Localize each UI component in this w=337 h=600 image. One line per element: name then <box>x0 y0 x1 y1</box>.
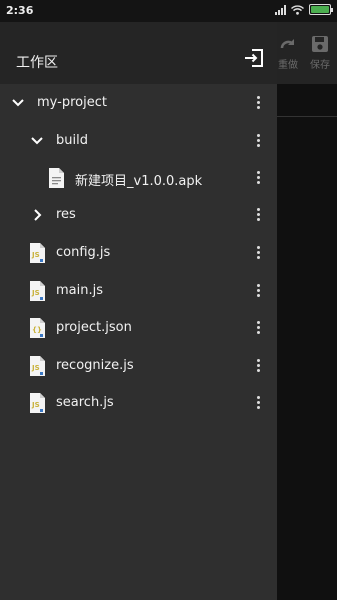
drawer-title: 工作区 <box>16 55 58 71</box>
tree-item-recognize-js[interactable]: JS recognize.js <box>0 347 277 385</box>
status-bar: 2:36 <box>0 0 337 22</box>
tree-item-main-js[interactable]: JS main.js <box>0 272 277 310</box>
wifi-icon <box>291 4 304 15</box>
js-file-icon: JS <box>30 281 45 301</box>
redo-button[interactable]: 重做 <box>273 32 303 71</box>
apk-file-icon <box>49 168 64 188</box>
tree-item-label: project.json <box>56 320 132 335</box>
svg-text:JS: JS <box>31 251 40 259</box>
tree-item-label: recognize.js <box>56 358 134 373</box>
more-vert-icon[interactable] <box>252 358 264 374</box>
battery-level-fill <box>311 6 329 13</box>
svg-text:JS: JS <box>31 364 40 372</box>
more-vert-icon[interactable] <box>252 207 264 223</box>
status-icons <box>275 4 333 15</box>
tree-item-search-js[interactable]: JS search.js <box>0 384 277 422</box>
tree-item-label: search.js <box>56 395 114 410</box>
tree-item-label: res <box>56 207 76 222</box>
tree-item-res[interactable]: res <box>0 196 277 234</box>
more-vert-icon[interactable] <box>252 95 264 111</box>
drawer-header: 工作区 <box>0 22 277 84</box>
more-vert-icon[interactable] <box>252 245 264 261</box>
tree-item-config-js[interactable]: JS config.js <box>0 234 277 272</box>
svg-text:JS: JS <box>31 289 40 297</box>
editor-toolbar: 重做 保存 <box>277 22 337 84</box>
signal-icon <box>275 4 286 15</box>
more-vert-icon[interactable] <box>252 395 264 411</box>
more-vert-icon[interactable] <box>252 170 264 186</box>
tree-item-project-json[interactable]: {} project.json <box>0 309 277 347</box>
workspace-drawer: 工作区 my-project build 新建项目_v1.0.0.apk res… <box>0 22 277 600</box>
redo-icon <box>280 39 294 49</box>
js-file-icon: JS <box>30 356 45 376</box>
chevron-down-icon[interactable] <box>11 96 25 110</box>
editor-divider <box>277 116 337 117</box>
tree-item-my-project[interactable]: my-project <box>0 84 277 122</box>
redo-label: 重做 <box>278 60 298 71</box>
more-vert-icon[interactable] <box>252 320 264 336</box>
tree-item-apk[interactable]: 新建项目_v1.0.0.apk <box>0 159 277 197</box>
tree-item-label: 新建项目_v1.0.0.apk <box>75 174 203 189</box>
save-button[interactable]: 保存 <box>305 32 335 71</box>
more-vert-icon[interactable] <box>252 133 264 149</box>
background-editor: 重做 保存 <box>277 22 337 600</box>
save-label: 保存 <box>310 60 330 71</box>
exit-to-app-icon[interactable] <box>243 47 265 69</box>
chevron-right-icon[interactable] <box>31 208 45 222</box>
more-vert-icon[interactable] <box>252 283 264 299</box>
json-file-icon: {} <box>30 318 45 338</box>
status-time: 2:36 <box>6 4 34 17</box>
js-file-icon: JS <box>30 243 45 263</box>
svg-text:JS: JS <box>31 401 40 409</box>
tree-item-label: build <box>56 133 88 148</box>
svg-text:{}: {} <box>32 326 42 334</box>
tree-item-label: main.js <box>56 283 103 298</box>
js-file-icon: JS <box>30 393 45 413</box>
chevron-down-icon[interactable] <box>30 134 44 148</box>
tree-item-label: config.js <box>56 245 111 260</box>
tree-item-label: my-project <box>37 95 107 110</box>
save-icon <box>312 36 328 52</box>
battery-icon <box>309 4 333 15</box>
tree-item-build[interactable]: build <box>0 122 277 160</box>
